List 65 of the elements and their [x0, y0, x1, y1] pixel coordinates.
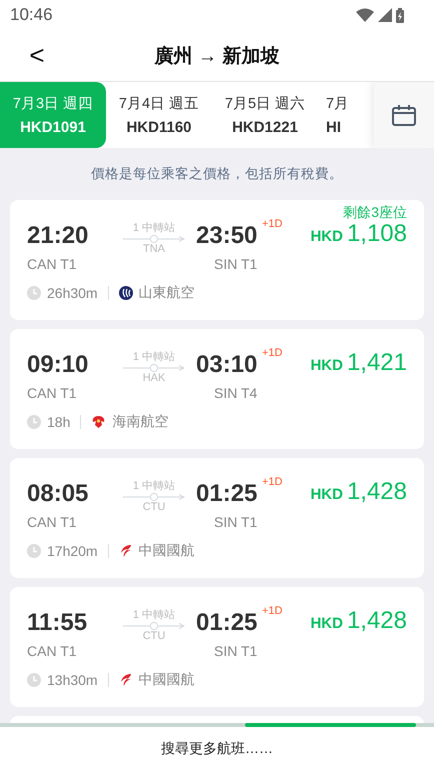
flight-duration: 26h30m	[47, 285, 98, 301]
airline-name: 海南航空	[112, 413, 168, 431]
stop-count: 1 中轉站	[132, 610, 176, 621]
airline-name: 中國國航	[138, 542, 195, 560]
airline-logo-icon	[91, 415, 106, 429]
next-day-mark: +1D	[262, 347, 282, 359]
arrival-airport: SIN T1	[214, 643, 258, 659]
arrival-airport: SIN T1	[214, 514, 258, 530]
airline-name: 山東航空	[138, 284, 195, 302]
airline-logo-icon	[118, 286, 133, 300]
airline-name: 中國國航	[138, 671, 195, 689]
arrival-time: 23:50	[196, 222, 258, 249]
currency: HKD	[310, 228, 343, 245]
next-day-mark: +1D	[262, 476, 282, 488]
flight-duration: 17h20m	[47, 543, 98, 559]
fare-price: 1,108	[346, 220, 407, 248]
clock-icon	[27, 673, 41, 687]
status-time: 10:46	[10, 5, 53, 25]
currency: HKD	[310, 615, 343, 632]
price-note: 價格是每位乘客之價格，包括所有稅費。	[91, 165, 343, 183]
back-button[interactable]: <	[12, 34, 62, 78]
transfer-airport: CTU	[142, 502, 166, 513]
transfer-airport: TNA	[143, 244, 165, 255]
currency: HKD	[310, 357, 343, 374]
airline-logo-icon	[118, 673, 133, 687]
clock-icon	[27, 544, 41, 558]
departure-time: 11:55	[27, 611, 88, 635]
route-arrow-icon	[123, 492, 185, 502]
wifi-icon	[356, 8, 374, 22]
departure-time: 21:20	[27, 224, 90, 248]
clock-icon	[27, 415, 41, 429]
fare-price: 1,428	[346, 478, 407, 506]
next-day-mark: +1D	[262, 218, 282, 230]
fare-price: 1,421	[346, 349, 407, 377]
arrival-time: 01:25	[196, 480, 258, 507]
stop-count: 1 中轉站	[132, 481, 176, 492]
stop-count: 1 中轉站	[132, 352, 176, 363]
fare-price: 1,428	[346, 607, 407, 635]
route-arrow-icon	[123, 621, 185, 631]
calendar-icon[interactable]	[392, 104, 416, 126]
route-arrow-icon	[123, 363, 185, 373]
departure-airport: CAN T1	[27, 256, 78, 272]
departure-airport: CAN T1	[27, 385, 78, 401]
flight-duration: 13h30m	[47, 672, 98, 688]
battery-icon	[396, 8, 404, 22]
departure-airport: CAN T1	[27, 514, 78, 530]
transfer-airport: HAK	[142, 373, 166, 384]
departure-airport: CAN T1	[27, 643, 78, 659]
departure-time: 09:10	[27, 353, 90, 377]
arrival-airport: SIN T4	[214, 385, 258, 401]
arrival-airport: SIN T1	[214, 256, 258, 272]
departure-time: 08:05	[27, 482, 90, 506]
airline-logo-icon	[118, 544, 133, 558]
stop-count: 1 中轉站	[132, 223, 176, 234]
currency: HKD	[310, 486, 343, 503]
route-title: 廣州 → 新加坡	[154, 44, 280, 68]
flight-duration: 18h	[47, 414, 70, 430]
seats-left: 剩餘3座位	[343, 204, 407, 222]
arrival-time: 01:25	[196, 609, 258, 636]
signal-icon	[378, 8, 392, 22]
arrival-time: 03:10	[196, 351, 258, 378]
next-day-mark: +1D	[262, 605, 282, 617]
route-arrow-icon	[123, 234, 185, 244]
transfer-airport: CTU	[142, 631, 166, 642]
clock-icon	[27, 286, 41, 300]
